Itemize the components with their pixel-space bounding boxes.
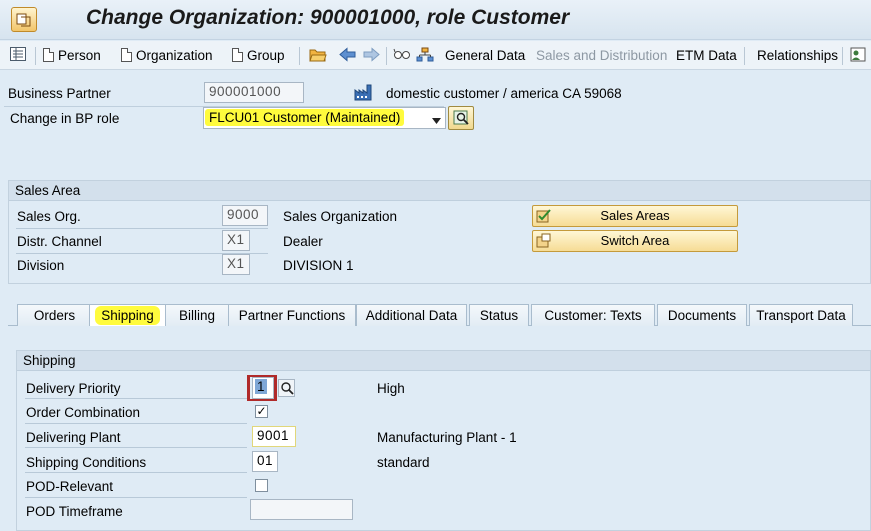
back-arrow-icon[interactable] xyxy=(339,47,357,65)
shipping-conditions-label: Shipping Conditions xyxy=(26,455,147,470)
switch-icon xyxy=(536,233,552,255)
delivery-priority-value: 1 xyxy=(255,379,268,394)
row-divider xyxy=(25,497,247,498)
sales-org-field[interactable]: 9000 xyxy=(222,205,268,226)
factory-icon xyxy=(354,84,373,104)
group-button-label: Group xyxy=(247,48,285,63)
tab-shipping-label: Shipping xyxy=(95,306,160,325)
document-icon xyxy=(232,48,243,62)
tab-documents[interactable]: Documents xyxy=(657,304,747,326)
etm-data-button[interactable]: ETM Data xyxy=(676,47,737,65)
hierarchy-icon[interactable] xyxy=(416,47,434,65)
bp-role-label: Change in BP role xyxy=(10,111,120,126)
business-partner-description: domestic customer / america CA 59068 xyxy=(386,86,622,101)
tab-status[interactable]: Status xyxy=(469,304,529,326)
sales-org-description: Sales Organization xyxy=(283,209,398,224)
sales-area-panel: Sales Area xyxy=(8,180,871,284)
business-partner-label: Business Partner xyxy=(8,86,111,101)
shipping-title: Shipping xyxy=(17,351,870,371)
tab-partner-functions[interactable]: Partner Functions xyxy=(228,304,356,326)
shipping-conditions-field[interactable]: 01 xyxy=(252,451,278,472)
division-field[interactable]: X1 xyxy=(222,254,250,275)
tab-billing[interactable]: Billing xyxy=(165,304,229,326)
tab-orders[interactable]: Orders xyxy=(17,304,92,326)
sales-areas-button[interactable]: Sales Areas xyxy=(532,205,738,227)
row-divider xyxy=(25,447,247,448)
open-folder-icon[interactable] xyxy=(309,47,327,65)
window-title: Change Organization: 900001000, role Cus… xyxy=(86,6,570,29)
forward-arrow-icon[interactable] xyxy=(362,47,380,65)
check-list-icon xyxy=(536,208,552,230)
person-button[interactable]: Person xyxy=(43,47,101,65)
business-partner-field[interactable]: 900001000 xyxy=(204,82,304,103)
app-menu-icon[interactable] xyxy=(11,7,37,32)
delivering-plant-field[interactable]: 9001 xyxy=(252,426,296,447)
chevron-down-icon[interactable] xyxy=(432,113,441,128)
order-combination-label: Order Combination xyxy=(26,405,141,420)
sales-org-label: Sales Org. xyxy=(17,209,81,224)
sales-areas-label: Sales Areas xyxy=(600,208,670,223)
pod-relevant-label: POD-Relevant xyxy=(26,479,114,494)
distr-channel-field[interactable]: X1 xyxy=(222,230,250,251)
shipping-conditions-description: standard xyxy=(377,455,430,470)
magnifier-icon xyxy=(280,381,294,398)
application-toolbar: Person Organization Group General Data S… xyxy=(0,41,871,70)
distr-channel-label: Distr. Channel xyxy=(17,234,102,249)
order-combination-checkbox[interactable]: ✓ xyxy=(255,405,268,418)
bp-role-dropdown[interactable]: FLCU01 Customer (Maintained) xyxy=(203,107,446,129)
organization-button-label: Organization xyxy=(136,48,213,63)
delivery-priority-description: High xyxy=(377,381,405,396)
row-divider xyxy=(25,472,247,473)
row-divider xyxy=(25,423,247,424)
relationships-button[interactable]: Relationships xyxy=(757,47,838,65)
person-button-label: Person xyxy=(58,48,101,63)
pod-timeframe-field[interactable] xyxy=(250,499,353,520)
tab-shipping[interactable]: Shipping xyxy=(89,304,166,326)
tab-customer-texts[interactable]: Customer: Texts xyxy=(531,304,655,326)
delivering-plant-label: Delivering Plant xyxy=(26,430,121,445)
division-description: DIVISION 1 xyxy=(283,258,354,273)
sales-area-title: Sales Area xyxy=(9,181,870,201)
glasses-icon[interactable] xyxy=(393,47,411,65)
search-icon xyxy=(453,110,470,130)
group-button[interactable]: Group xyxy=(232,47,285,65)
document-icon xyxy=(121,48,132,62)
tab-transport-data[interactable]: Transport Data xyxy=(749,304,853,326)
row-divider xyxy=(25,398,247,399)
distr-channel-description: Dealer xyxy=(283,234,323,249)
switch-area-label: Switch Area xyxy=(600,233,670,248)
tab-additional-data[interactable]: Additional Data xyxy=(356,304,467,326)
sales-distribution-button[interactable]: Sales and Distribution xyxy=(536,47,667,65)
bp-role-value: FLCU01 Customer (Maintained) xyxy=(205,109,405,126)
pod-timeframe-label: POD Timeframe xyxy=(26,504,123,519)
division-label: Division xyxy=(17,258,65,273)
value-help-button[interactable] xyxy=(278,379,295,397)
pod-relevant-checkbox[interactable] xyxy=(255,479,268,492)
delivering-plant-description: Manufacturing Plant - 1 xyxy=(377,430,517,445)
document-icon xyxy=(43,48,54,62)
delivery-priority-field[interactable]: 1 xyxy=(252,377,274,399)
title-bar: Change Organization: 900001000, role Cus… xyxy=(0,0,871,40)
role-change-button[interactable] xyxy=(448,106,474,130)
switch-area-button[interactable]: Switch Area xyxy=(532,230,738,252)
row-divider xyxy=(16,228,268,229)
organization-button[interactable]: Organization xyxy=(121,47,213,65)
person-settings-icon[interactable] xyxy=(850,47,866,65)
general-data-button[interactable]: General Data xyxy=(445,47,525,65)
list-icon[interactable] xyxy=(10,47,26,65)
delivery-priority-label: Delivery Priority xyxy=(26,381,121,396)
